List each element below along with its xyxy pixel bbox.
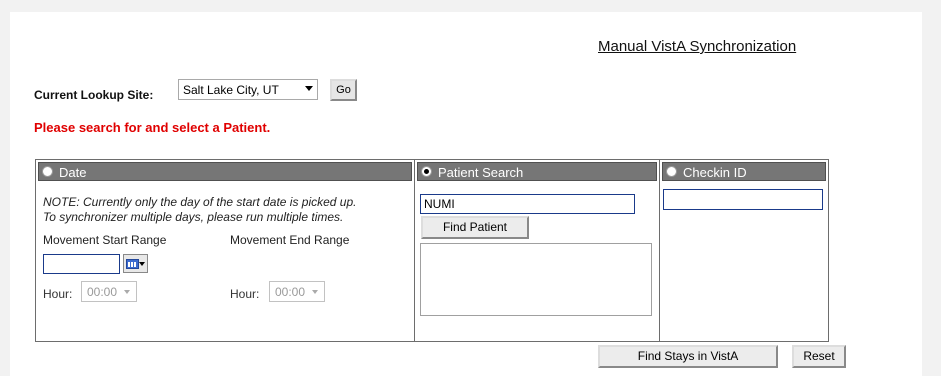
date-note-line-1: NOTE: Currently only the day of the star… bbox=[43, 195, 357, 209]
calendar-picker-button[interactable] bbox=[123, 254, 148, 273]
end-hour-value: 00:00 bbox=[275, 285, 306, 299]
start-hour-select[interactable]: 00:00 bbox=[81, 281, 137, 302]
date-section-header: Date bbox=[38, 162, 412, 181]
patient-search-radio[interactable] bbox=[421, 166, 432, 177]
find-patient-button[interactable]: Find Patient bbox=[421, 216, 529, 239]
patient-search-value: NUMI bbox=[424, 197, 455, 211]
lookup-site-value: Salt Lake City, UT bbox=[183, 83, 279, 97]
search-criteria-frame: Date NOTE: Currently only the day of the… bbox=[35, 159, 829, 342]
end-hour-select[interactable]: 00:00 bbox=[269, 281, 325, 302]
checkin-title: Checkin ID bbox=[683, 165, 747, 180]
date-note-line-2: To synchronizer multiple days, please ru… bbox=[43, 210, 344, 224]
patient-search-input[interactable]: NUMI bbox=[420, 194, 635, 214]
checkin-id-input[interactable] bbox=[663, 189, 823, 210]
end-range-label: Movement End Range bbox=[230, 233, 350, 247]
reset-button[interactable]: Reset bbox=[792, 345, 846, 368]
chevron-down-icon bbox=[124, 290, 130, 294]
date-note: NOTE: Currently only the day of the star… bbox=[43, 195, 413, 225]
chevron-down-icon bbox=[305, 86, 313, 91]
patient-search-section: Patient Search NUMI Find Patient bbox=[415, 160, 660, 341]
start-hour-label: Hour: bbox=[43, 287, 73, 301]
start-hour-value: 00:00 bbox=[87, 285, 118, 299]
patient-search-header: Patient Search bbox=[417, 162, 657, 181]
go-button[interactable]: Go bbox=[330, 79, 357, 101]
checkin-section: Checkin ID bbox=[660, 160, 828, 341]
calendar-icon bbox=[126, 259, 139, 269]
patient-search-title: Patient Search bbox=[438, 165, 524, 180]
start-date-input[interactable] bbox=[43, 254, 120, 274]
start-range-label: Movement Start Range bbox=[43, 233, 167, 247]
find-stays-button[interactable]: Find Stays in VistA bbox=[598, 345, 778, 368]
chevron-down-icon bbox=[312, 290, 318, 294]
lookup-site-select[interactable]: Salt Lake City, UT bbox=[178, 79, 318, 100]
checkin-header: Checkin ID bbox=[662, 162, 826, 181]
date-radio[interactable] bbox=[42, 166, 53, 177]
alert-message: Please search for and select a Patient. bbox=[34, 120, 271, 135]
date-section-title: Date bbox=[59, 165, 87, 180]
date-section: Date NOTE: Currently only the day of the… bbox=[36, 160, 415, 341]
checkin-radio[interactable] bbox=[666, 166, 677, 177]
end-hour-label: Hour: bbox=[230, 287, 260, 301]
chevron-down-icon bbox=[139, 262, 145, 266]
lookup-site-label: Current Lookup Site: bbox=[34, 88, 154, 102]
page-title: Manual VistA Synchronization bbox=[598, 38, 797, 55]
patient-results-list[interactable] bbox=[420, 243, 652, 316]
